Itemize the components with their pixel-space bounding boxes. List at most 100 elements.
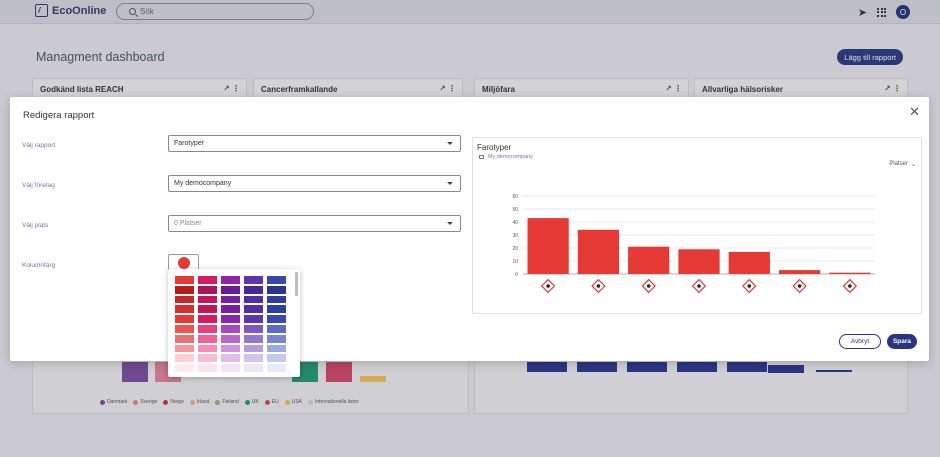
report-select[interactable]: Farotyper (168, 135, 461, 152)
palette-swatch[interactable] (198, 305, 217, 314)
palette-swatch[interactable] (198, 344, 217, 353)
hazard-symbol (848, 284, 852, 288)
y-tick-label: 10 (512, 259, 518, 265)
legend-swatch (284, 399, 290, 405)
chevron-down-icon (447, 182, 453, 185)
avatar[interactable]: O (896, 5, 910, 19)
palette-swatch[interactable] (267, 334, 286, 343)
company-select[interactable]: My democompany (168, 175, 461, 192)
chart-legend: Danmark Sverige Norge Irland Finland UK EU USA I… (100, 399, 358, 405)
palette-swatch[interactable] (221, 344, 240, 353)
card-health: Allvarliga hälsorisker ↗ ⋮ (694, 78, 908, 98)
palette-swatch[interactable] (175, 285, 194, 294)
add-report-button[interactable]: Lägg till rapport (837, 49, 903, 65)
palette-swatch[interactable] (175, 276, 194, 284)
palette-scrollbar[interactable] (295, 272, 298, 296)
cancel-button[interactable]: Avbryt (839, 334, 881, 349)
palette-swatch[interactable] (198, 324, 217, 333)
logo-icon (35, 4, 48, 17)
card-title: Miljöfara (482, 85, 515, 94)
palette-swatch[interactable] (267, 324, 286, 333)
hazard-symbol (546, 284, 550, 288)
send-icon[interactable]: ➤ (858, 6, 867, 19)
palette-swatch[interactable] (198, 334, 217, 343)
palette-swatch[interactable] (267, 344, 286, 353)
palette-swatch[interactable] (267, 354, 286, 363)
legend-item: EU (264, 399, 279, 405)
close-icon[interactable]: ✕ (909, 104, 920, 120)
palette-swatch[interactable] (244, 364, 263, 372)
palette-swatch[interactable] (267, 285, 286, 294)
palette-swatch[interactable] (221, 285, 240, 294)
chart-bar[interactable] (728, 251, 770, 274)
chart-bar[interactable] (778, 270, 821, 274)
card-title: Allvarliga hälsorisker (702, 85, 783, 94)
legend-swatch (307, 399, 313, 405)
place-select[interactable]: 0 Platser (168, 215, 461, 232)
palette-swatch[interactable] (221, 354, 240, 363)
search-input[interactable]: Sök (116, 3, 314, 20)
palette-swatch[interactable] (244, 305, 263, 314)
palette-swatch[interactable] (267, 315, 286, 323)
palette-swatch[interactable] (244, 295, 263, 304)
palette-swatch[interactable] (175, 305, 194, 314)
palette-swatch[interactable] (198, 315, 217, 323)
chart-bar[interactable] (678, 249, 720, 274)
brand-logo[interactable]: EcoOnline (35, 4, 106, 17)
palette-swatch[interactable] (221, 305, 240, 314)
palette-swatch[interactable] (244, 315, 263, 323)
palette-swatch[interactable] (267, 276, 286, 284)
palette-swatch[interactable] (175, 344, 194, 353)
palette-swatch[interactable] (198, 295, 217, 304)
palette-swatch[interactable] (244, 334, 263, 343)
y-tick-label: 40 (512, 220, 518, 226)
save-button[interactable]: Spara (887, 334, 917, 349)
palette-swatch[interactable] (198, 285, 217, 294)
palette-swatch[interactable] (221, 315, 240, 323)
palette-swatch[interactable] (175, 295, 194, 304)
palette-swatch[interactable] (244, 285, 263, 294)
chart-bar[interactable] (577, 229, 620, 274)
chart-bar[interactable] (527, 218, 569, 274)
legend-label: EU (271, 399, 279, 405)
search-icon (129, 8, 136, 15)
field-label-report: Välj rapport (22, 142, 56, 149)
card-menu-icon[interactable]: ↗ ⋮ (223, 84, 240, 93)
card-cancer: Cancerframkallande ↗ ⋮ (253, 78, 463, 98)
palette-swatch[interactable] (244, 324, 263, 333)
card-menu-icon[interactable]: ↗ ⋮ (665, 84, 682, 93)
top-bar: EcoOnline Sök ➤ O (0, 0, 940, 24)
hazard-symbol (646, 284, 651, 288)
palette-swatch[interactable] (244, 354, 263, 363)
card-menu-icon[interactable]: ↗ ⋮ (439, 84, 456, 93)
palette-swatch[interactable] (267, 295, 286, 304)
palette-swatch[interactable] (175, 334, 194, 343)
palette-swatch[interactable] (198, 364, 217, 372)
palette-swatch[interactable] (221, 295, 240, 304)
palette-swatch[interactable] (221, 276, 240, 284)
palette-swatch[interactable] (175, 354, 194, 363)
palette-swatch[interactable] (175, 324, 194, 333)
palette-swatch[interactable] (244, 344, 263, 353)
y-tick-label: 50 (512, 207, 518, 213)
report-select-value: Farotyper (174, 140, 204, 147)
palette-swatch[interactable] (221, 324, 240, 333)
legend-label: USA (291, 399, 302, 405)
palette-swatch[interactable] (175, 315, 194, 323)
legend-item: Sverige (133, 399, 157, 405)
chart-bar[interactable] (829, 272, 871, 274)
chart-bar[interactable] (628, 246, 670, 274)
apps-grid-icon[interactable] (877, 7, 886, 17)
palette-swatch[interactable] (267, 305, 286, 314)
legend-item: Irland (189, 399, 209, 405)
search-placeholder: Sök (140, 7, 154, 16)
palette-swatch[interactable] (221, 334, 240, 343)
card-menu-icon[interactable]: ↗ ⋮ (884, 84, 901, 93)
palette-swatch[interactable] (175, 364, 194, 372)
palette-swatch[interactable] (244, 276, 263, 284)
legend-item: Danmark (100, 399, 127, 405)
palette-swatch[interactable] (198, 276, 217, 284)
palette-swatch[interactable] (198, 354, 217, 363)
palette-swatch[interactable] (267, 364, 286, 372)
palette-swatch[interactable] (221, 364, 240, 372)
